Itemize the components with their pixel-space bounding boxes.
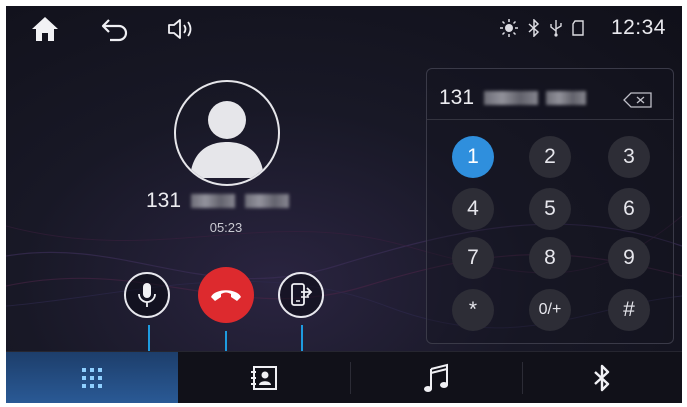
dialpad-grid-icon	[82, 368, 102, 388]
tab-contacts[interactable]	[178, 352, 350, 403]
hang-up-button[interactable]	[198, 267, 254, 323]
dial-key-6[interactable]: 6	[608, 188, 650, 230]
caller-number-prefix: 131	[146, 189, 182, 212]
bluetooth-icon	[528, 18, 540, 41]
divider	[427, 119, 673, 120]
redacted-digits	[546, 91, 587, 105]
call-duration: 05:23	[209, 220, 243, 235]
sd-card-icon	[572, 20, 584, 40]
bluetooth-icon	[594, 364, 610, 392]
dial-key-0-plus[interactable]: 0/+	[529, 289, 571, 331]
redacted-digits	[191, 194, 236, 208]
tab-music[interactable]	[350, 352, 522, 403]
dial-number-display: 131	[439, 83, 661, 113]
status-clock: 12:34	[610, 16, 666, 39]
dial-key-9[interactable]: 9	[608, 237, 650, 279]
dial-number-prefix: 131	[439, 86, 475, 109]
contacts-icon	[251, 366, 277, 390]
microphone-icon	[138, 283, 156, 307]
switch-to-phone-button[interactable]	[278, 272, 324, 318]
brightness-icon	[500, 19, 518, 41]
dial-key-5[interactable]: 5	[529, 188, 571, 230]
music-note-icon	[424, 363, 448, 392]
redacted-digits	[245, 194, 290, 208]
redacted-digits	[484, 91, 539, 105]
tab-bluetooth[interactable]	[522, 352, 682, 403]
mute-microphone-button[interactable]	[124, 272, 170, 318]
status-indicators	[500, 18, 584, 42]
dial-key-8[interactable]: 8	[529, 237, 571, 279]
dial-key-3[interactable]: 3	[608, 136, 650, 178]
contact-avatar	[174, 80, 280, 186]
car-phone-screen: 12:34 131 05:23 131 1 2 3 4 5 6 7 8 9 * …	[6, 6, 682, 403]
dial-key-7[interactable]: 7	[452, 237, 494, 279]
home-icon[interactable]	[30, 15, 60, 47]
status-bar: 12:34	[6, 6, 682, 56]
bottom-tab-bar	[6, 351, 682, 403]
dial-key-2[interactable]: 2	[529, 136, 571, 178]
phone-transfer-icon	[291, 283, 313, 306]
back-arrow-icon[interactable]	[100, 16, 130, 46]
usb-icon	[549, 19, 563, 41]
backspace-icon[interactable]	[623, 90, 653, 114]
dialpad-panel: 131 1 2 3 4 5 6 7 8 9 * 0/+ #	[426, 68, 674, 344]
person-icon	[190, 101, 264, 178]
dial-key-star[interactable]: *	[452, 289, 494, 331]
phone-hangup-icon	[211, 290, 241, 301]
speaker-icon[interactable]	[166, 17, 196, 45]
caller-number: 131	[146, 189, 306, 213]
dial-key-1[interactable]: 1	[452, 136, 494, 178]
dial-key-hash[interactable]: #	[608, 289, 650, 331]
tab-dialpad[interactable]	[6, 352, 178, 403]
dial-key-4[interactable]: 4	[452, 188, 494, 230]
